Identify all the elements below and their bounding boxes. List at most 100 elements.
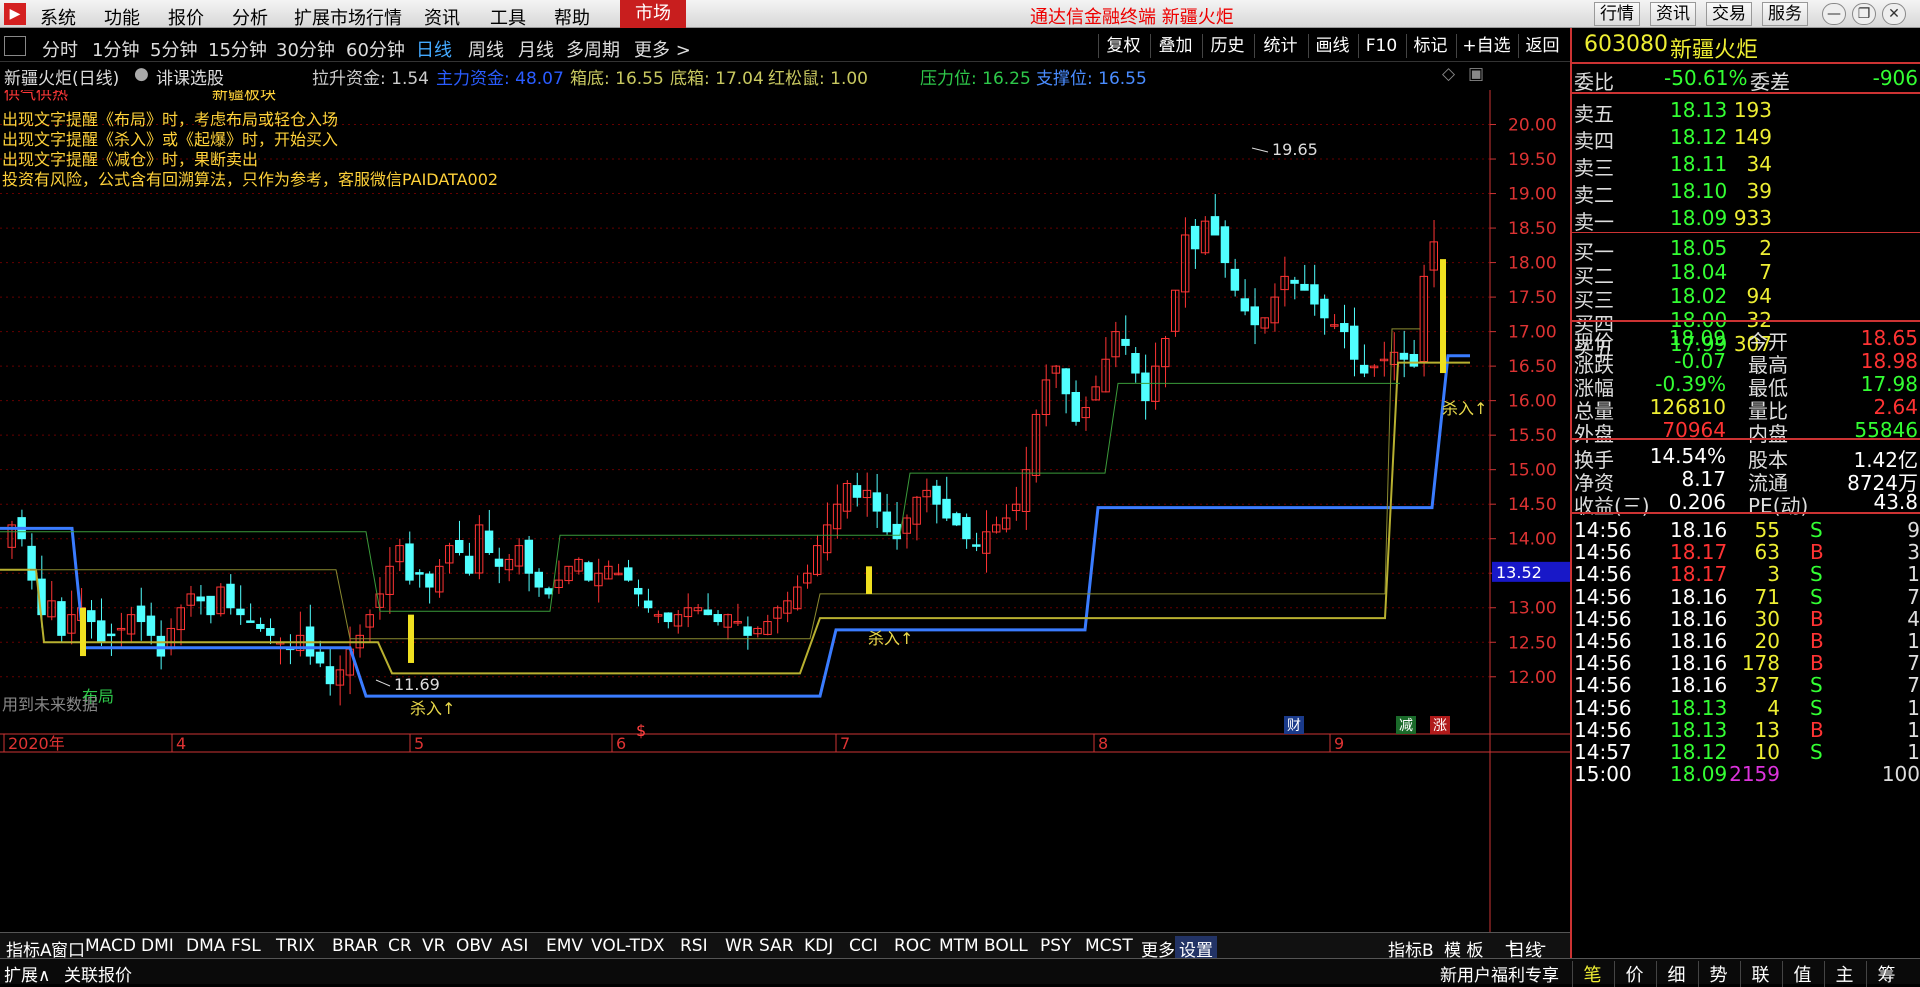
divider	[1572, 92, 1920, 94]
right-tab-3[interactable]: 势	[1698, 961, 1738, 987]
period-intraday[interactable]: 分时	[42, 36, 78, 62]
related-quote-button[interactable]: 关联报价	[64, 961, 132, 986]
panel-toggle-icon[interactable]	[4, 36, 26, 56]
minimize-icon[interactable]: —	[1822, 3, 1846, 25]
diamond-icon[interactable]: ◇	[1442, 64, 1455, 84]
right-tab-5[interactable]: 值	[1782, 961, 1822, 987]
indicator-tab[interactable]: CR	[388, 936, 412, 956]
month-label: 7	[840, 734, 850, 753]
info-resistance: 压力位: 16.25	[920, 69, 1031, 89]
formula-name[interactable]: 诽课选股	[156, 64, 224, 89]
promo-link[interactable]: 新用户福利专享	[1440, 961, 1559, 986]
order-ratio-row: 委比 -50.61% 委差 -906	[1572, 64, 1920, 94]
top-service-button[interactable]: 服务	[1762, 2, 1808, 26]
period-daily[interactable]: 日线	[416, 36, 452, 62]
indicator-tab[interactable]: EMV	[546, 936, 583, 956]
candle-body	[464, 555, 474, 574]
period-1min[interactable]: 1分钟	[92, 36, 139, 62]
month-label: 2020年	[8, 734, 65, 753]
window-icon[interactable]: ▣	[1468, 64, 1484, 84]
y-tick-label: 18.00	[1508, 254, 1557, 274]
tool-adjust[interactable]: 复权	[1098, 34, 1148, 58]
right-tab-7[interactable]: 筹	[1866, 961, 1906, 987]
indicator-tab[interactable]: DMI	[141, 936, 174, 956]
tool-add-watchlist[interactable]: +自选	[1456, 34, 1516, 58]
top-news-button[interactable]: 资讯	[1650, 2, 1696, 26]
indicator-tab[interactable]: VR	[422, 936, 445, 956]
close-icon[interactable]: ✕	[1882, 3, 1906, 25]
indicator-tab[interactable]: KDJ	[804, 936, 833, 956]
rise-marker: 涨	[1433, 718, 1447, 734]
candle-body	[1399, 352, 1409, 360]
month-label: 6	[616, 734, 626, 753]
right-tab-1[interactable]: 价	[1614, 961, 1654, 987]
period-monthly[interactable]: 月线	[518, 36, 554, 62]
tool-draw-line[interactable]: 画线	[1308, 34, 1356, 58]
indicator-tab[interactable]: BRAR	[332, 936, 378, 956]
indicator-tab[interactable]: OBV	[456, 936, 492, 956]
info-bottom-box: 底箱: 17.04	[670, 69, 764, 89]
indicator-tab[interactable]: SAR	[759, 936, 794, 956]
menu-analysis[interactable]: 分析	[232, 4, 268, 30]
indicator-tab[interactable]: ASI	[501, 936, 528, 956]
indicator-tab[interactable]: TRIX	[276, 936, 315, 956]
menu-function[interactable]: 功能	[104, 4, 140, 30]
candle-body	[932, 485, 941, 505]
right-tab-6[interactable]: 主	[1824, 961, 1864, 987]
candle-body	[57, 601, 66, 636]
indicator-tab[interactable]: FSL	[231, 936, 261, 956]
candle-body	[1131, 353, 1140, 374]
app-logo-icon[interactable]: ▶	[4, 3, 26, 25]
top-quote-button[interactable]: 行情	[1594, 2, 1640, 26]
candle-body	[1061, 368, 1071, 395]
menu-news[interactable]: 资讯	[424, 4, 460, 30]
indicator-tab[interactable]: MACD	[85, 936, 136, 956]
tool-f10[interactable]: F10	[1358, 34, 1404, 58]
candle-body	[852, 485, 862, 498]
indicator-tab[interactable]: CCI	[849, 936, 878, 956]
low-price-label: 11.69	[394, 675, 440, 694]
indicator-tab[interactable]: MTM	[939, 936, 979, 956]
ask-price: 18.09	[1670, 206, 1728, 230]
tool-back[interactable]: 返回	[1518, 34, 1566, 58]
restore-icon[interactable]: ❐	[1852, 3, 1876, 25]
right-tab-0[interactable]: 笔	[1572, 961, 1612, 987]
high-marker	[1251, 147, 1269, 153]
right-tab-4[interactable]: 联	[1740, 961, 1780, 987]
tool-overlay[interactable]: 叠加	[1150, 34, 1200, 58]
menu-tools[interactable]: 工具	[490, 4, 526, 30]
menu-quote[interactable]: 报价	[168, 4, 204, 30]
period-15min[interactable]: 15分钟	[208, 36, 267, 62]
checked-circle-icon[interactable]: ●	[134, 64, 149, 84]
period-more[interactable]: 更多 >	[634, 36, 691, 62]
ask-volume: 933	[1733, 206, 1772, 230]
expand-toggle[interactable]: 扩展∧	[4, 961, 50, 986]
period-30min[interactable]: 30分钟	[276, 36, 335, 62]
indicator-tab[interactable]: VOL-TDX	[591, 936, 665, 956]
tool-mark[interactable]: 标记	[1406, 34, 1454, 58]
menu-extended-market[interactable]: 扩展市场行情	[294, 4, 402, 30]
kline-chart[interactable]: 20.00 19.50 19.00 18.50 18.00 17.50 17.00 16.50…	[0, 90, 1570, 932]
period-5min[interactable]: 5分钟	[150, 36, 197, 62]
top-trade-button[interactable]: 交易	[1706, 2, 1752, 26]
indicator-tab[interactable]: BOLL	[984, 936, 1028, 956]
period-multi[interactable]: 多周期	[566, 36, 620, 62]
indicator-tab[interactable]: WR	[725, 936, 754, 956]
indicator-tab[interactable]: RSI	[680, 936, 708, 956]
period-60min[interactable]: 60分钟	[346, 36, 405, 62]
candle-body	[156, 635, 166, 657]
menu-market[interactable]: 市场	[620, 0, 686, 28]
right-tab-2[interactable]: 细	[1656, 961, 1696, 987]
candle-body	[534, 571, 543, 588]
indicator-tab[interactable]: MCST	[1085, 936, 1133, 956]
tool-history[interactable]: 历史	[1202, 34, 1252, 58]
indicator-tab[interactable]: ROC	[894, 936, 931, 956]
y-tick-label: 17.00	[1508, 323, 1557, 343]
menu-help[interactable]: 帮助	[554, 4, 590, 30]
period-weekly[interactable]: 周线	[468, 36, 504, 62]
indicator-tab[interactable]: PSY	[1040, 936, 1071, 956]
tick-time: 15:00	[1574, 762, 1632, 787]
tool-statistics[interactable]: 统计	[1254, 34, 1306, 58]
menu-system[interactable]: 系统	[40, 4, 76, 30]
indicator-tab[interactable]: DMA	[186, 936, 225, 956]
